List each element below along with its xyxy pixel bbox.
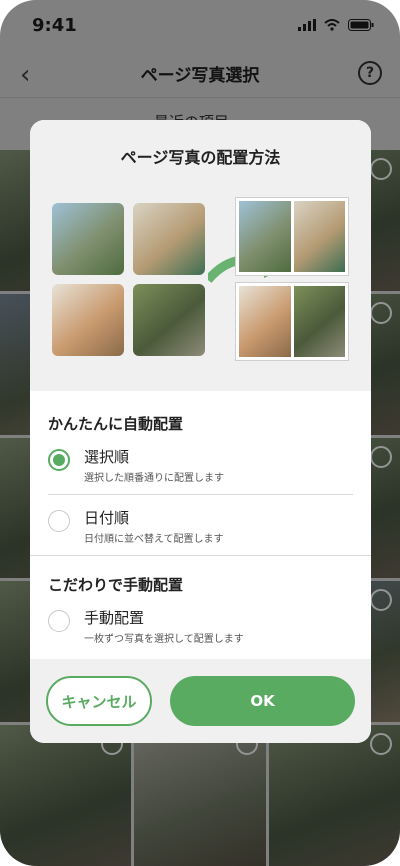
cancel-button[interactable]: キャンセル — [46, 676, 152, 726]
option-description: 日付順に並べ替えて配置します — [84, 534, 224, 545]
sample-photo — [52, 284, 124, 356]
option-description: 一枚ずつ写真を選択して配置します — [84, 634, 244, 645]
page-preview — [235, 197, 349, 276]
option-manual[interactable]: 手動配置 一枚ずつ写真を選択して配置します — [30, 607, 371, 645]
divider — [48, 494, 353, 495]
option-selection-order[interactable]: 選択順 選択した順番通りに配置します — [30, 446, 371, 484]
divider — [30, 555, 371, 556]
option-description: 選択した順番通りに配置します — [84, 473, 224, 484]
auto-layout-heading: かんたんに自動配置 — [48, 415, 184, 433]
sample-photo — [133, 203, 205, 275]
layout-illustration: ページ写真の配置方法 — [30, 120, 371, 391]
phone-screen: 9:41 ‹ ページ写真選択 ? 最近の項目 ⌄ ページ写真の — [0, 0, 400, 866]
dialog-footer: キャンセル OK — [30, 659, 371, 743]
page-preview — [235, 282, 349, 361]
option-title: 選択順 — [84, 448, 130, 466]
radio-unselected[interactable] — [48, 510, 70, 532]
layout-method-dialog: ページ写真の配置方法 かんたんに自動配置 選択順 選択した順番通りに配置します — [30, 120, 371, 743]
sample-photo — [52, 203, 124, 275]
sample-photo — [133, 284, 205, 356]
manual-layout-heading: こだわりで手動配置 — [48, 576, 184, 594]
radio-unselected[interactable] — [48, 610, 70, 632]
dialog-title: ページ写真の配置方法 — [120, 148, 281, 167]
option-title: 手動配置 — [84, 609, 145, 627]
radio-selected[interactable] — [48, 449, 70, 471]
option-date-order[interactable]: 日付順 日付順に並べ替えて配置します — [30, 507, 371, 545]
ok-button[interactable]: OK — [170, 676, 355, 726]
option-title: 日付順 — [84, 509, 130, 527]
